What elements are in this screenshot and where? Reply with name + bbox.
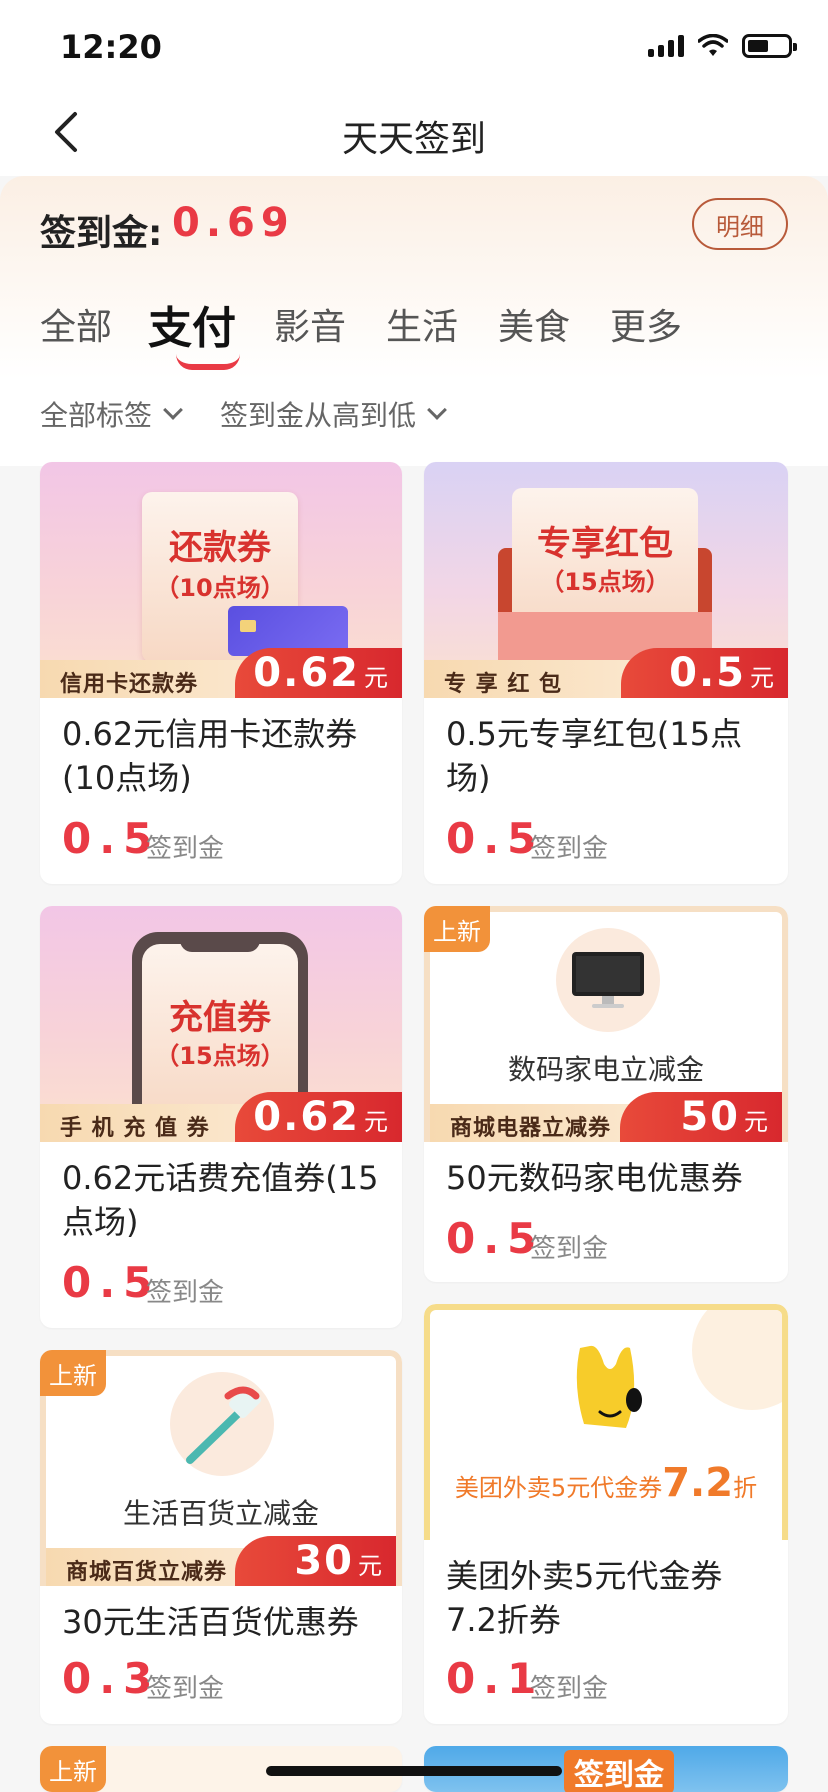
- card-price-unit: 签到金: [146, 1674, 225, 1704]
- tag-strip: 商城百货立减券 30 元: [46, 1536, 396, 1586]
- tag-strip: 信用卡还款券 0.62 元: [40, 648, 402, 698]
- filter-bar: 全部标签 签到金从高到低: [40, 392, 447, 436]
- banner-subtitle: （10点场）: [155, 574, 285, 602]
- card-price-unit: 签到金: [530, 1674, 609, 1704]
- card-banner: 还款券 （10点场） 信用卡还款券 0.62 元: [40, 462, 402, 698]
- coupon-card[interactable]: 美团外卖5元代金券7.2折 美团外卖5元代金券7.2折券 0.1 签到金: [424, 1304, 788, 1724]
- banner-promo: 美团外卖5元代金券7.2折: [430, 1460, 782, 1506]
- card-title: 0.5元专享红包(15点场): [446, 715, 743, 797]
- home-indicator[interactable]: [266, 1766, 562, 1776]
- tag-filter-label: 全部标签: [40, 399, 153, 432]
- tab-food[interactable]: 美食: [498, 298, 570, 350]
- gold-value: 0.69: [172, 200, 295, 246]
- banner-title: 充值券: [169, 998, 271, 1038]
- new-badge: 上新: [424, 906, 490, 952]
- wifi-icon: [698, 34, 728, 56]
- sort-dropdown[interactable]: 签到金从高到低: [220, 392, 447, 436]
- tag-value: 30 元: [235, 1536, 396, 1586]
- status-time: 12:20: [60, 28, 162, 66]
- tag-strip: 手 机 充 值 券 0.62 元: [40, 1092, 402, 1142]
- card-price-unit: 签到金: [530, 1234, 609, 1264]
- cellular-signal-icon: [648, 35, 684, 57]
- coupon-card[interactable]: 上新 数码家电立减金 商城电器立减券 50 元 50元数码家电优惠券 0.5 签到…: [424, 906, 788, 1282]
- card-title: 50元数码家电优惠券: [446, 1159, 743, 1197]
- tag-value: 0.62 元: [235, 648, 402, 698]
- new-badge: 上新: [40, 1746, 106, 1792]
- banner-title: 生活百货立减金: [122, 1497, 319, 1530]
- banner-title: 数码家电立减金: [507, 1053, 704, 1086]
- tab-media[interactable]: 影音: [274, 298, 346, 350]
- sort-label: 签到金从高到低: [220, 399, 417, 432]
- toothbrush-icon: [186, 1385, 262, 1464]
- banner-title: 签到金: [564, 1750, 674, 1792]
- coupon-card[interactable]: 上新 生活百货立减金 商城百货立减券 30 元 30元生活百货优惠券 0.3 签到…: [40, 1350, 402, 1724]
- banner-title: 美团外卖5元代金券: [454, 1474, 663, 1502]
- tag-strip: 商城电器立减券 50 元: [430, 1092, 782, 1142]
- new-badge: 上新: [40, 1350, 106, 1396]
- kangaroo-mascot-icon: [576, 1345, 642, 1428]
- tag-strip: 专 享 红 包 0.5 元: [424, 648, 788, 698]
- banner-discount-unit: 折: [733, 1474, 758, 1502]
- tag-value: 0.62 元: [235, 1092, 402, 1142]
- status-bar: 12:20: [0, 0, 828, 88]
- tab-life[interactable]: 生活: [386, 298, 458, 350]
- card-title: 30元生活百货优惠券: [62, 1603, 359, 1641]
- coupon-card[interactable]: 还款券 （10点场） 信用卡还款券 0.62 元 0.62元信用卡还款券(10点场…: [40, 462, 402, 884]
- banner-title: 还款券: [169, 528, 271, 568]
- banner-subtitle: （15点场）: [155, 1042, 285, 1070]
- tag-filter-dropdown[interactable]: 全部标签: [40, 392, 183, 436]
- coupon-card[interactable]: 专享红包 （15点场） 专 享 红 包 0.5 元 0.5元专享红包(15点场) …: [424, 462, 788, 884]
- card-price-unit: 签到金: [530, 834, 609, 864]
- tag-value: 50 元: [620, 1092, 782, 1142]
- battery-icon: [742, 34, 797, 58]
- detail-button[interactable]: 明细: [692, 198, 788, 250]
- category-tabs: 全部 支付 影音 生活 美食 更多: [40, 290, 800, 370]
- card-title: 0.62元信用卡还款券(10点场): [62, 715, 358, 797]
- banner-title: 专享红包: [537, 524, 673, 564]
- card-banner: 充值券 （15点场） 手 机 充 值 券 0.62 元: [40, 906, 402, 1142]
- chevron-down-icon: [163, 400, 183, 420]
- tab-payment[interactable]: 支付: [148, 292, 236, 356]
- card-banner: 美团外卖5元代金券7.2折: [424, 1304, 788, 1540]
- status-icons: [648, 34, 797, 58]
- gold-label: 签到金:: [40, 213, 163, 254]
- monitor-icon: [572, 952, 644, 1008]
- chevron-down-icon: [427, 400, 447, 420]
- page-title: 天天签到: [341, 119, 486, 160]
- nav-bar: 天天签到: [0, 88, 828, 176]
- card-title: 0.62元话费充值券(15点场): [62, 1159, 379, 1241]
- tab-more[interactable]: 更多: [610, 298, 682, 350]
- tab-all[interactable]: 全部: [40, 298, 112, 350]
- tag-value: 0.5 元: [620, 648, 788, 698]
- card-price-unit: 签到金: [146, 834, 225, 864]
- coupon-card[interactable]: 充值券 （15点场） 手 机 充 值 券 0.62 元 0.62元话费充值券(15…: [40, 906, 402, 1328]
- banner-discount: 7.2: [662, 1460, 734, 1506]
- card-price-unit: 签到金: [146, 1278, 225, 1308]
- active-tab-indicator: [176, 354, 240, 370]
- card-banner: 专享红包 （15点场） 专 享 红 包 0.5 元: [424, 462, 788, 698]
- card-title: 美团外卖5元代金券7.2折券: [446, 1557, 723, 1639]
- banner-subtitle: （15点场）: [540, 568, 670, 596]
